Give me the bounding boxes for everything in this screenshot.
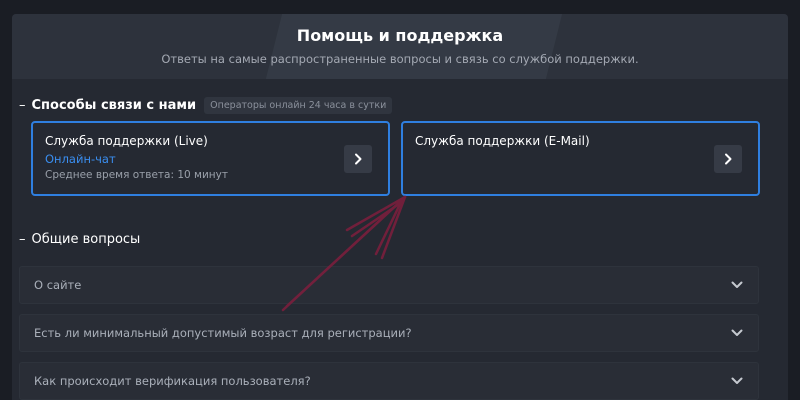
faq-item[interactable]: Есть ли минимальный допустимый возраст д…: [19, 314, 759, 352]
online-chat-link[interactable]: Онлайн-чат: [45, 152, 376, 166]
live-support-card[interactable]: Служба поддержки (Live) Онлайн-чат Средн…: [31, 121, 390, 196]
faq-question: Есть ли минимальный допустимый возраст д…: [34, 326, 412, 340]
chevron-right-icon: [355, 153, 362, 165]
email-support-title: Служба поддержки (E-Mail): [415, 134, 590, 148]
collapse-dash-icon: –: [19, 98, 26, 113]
chevron-down-icon: [730, 326, 744, 340]
page-header: Помощь и поддержка Ответы на самые распр…: [12, 14, 788, 79]
live-support-title: Служба поддержки (Live): [45, 134, 208, 148]
collapse-dash-icon: –: [19, 232, 26, 247]
operators-online-badge: Операторы онлайн 24 часа в сутки: [204, 97, 393, 114]
email-support-open-button[interactable]: [714, 145, 742, 173]
chevron-down-icon: [730, 278, 744, 292]
live-support-open-button[interactable]: [344, 145, 372, 173]
faq-section-header[interactable]: – Общие вопросы: [19, 232, 140, 247]
faq-item[interactable]: Как происходит верификация пользователя?: [19, 362, 759, 400]
faq-question: Как происходит верификация пользователя?: [34, 374, 311, 388]
chevron-right-icon: [725, 153, 732, 165]
page-subtitle: Ответы на самые распространенные вопросы…: [161, 52, 639, 66]
contact-section-title: Способы связи с нами: [31, 98, 197, 113]
faq-item[interactable]: О сайте: [19, 266, 759, 304]
faq-question: О сайте: [34, 278, 82, 292]
page-title: Помощь и поддержка: [296, 26, 504, 45]
header-decor: [265, 14, 563, 79]
contact-section-header[interactable]: – Способы связи с нами Операторы онлайн …: [19, 97, 393, 114]
faq-section-title: Общие вопросы: [31, 232, 141, 247]
response-time-text: Среднее время ответа: 10 минут: [45, 169, 228, 181]
email-support-card[interactable]: Служба поддержки (E-Mail): [401, 121, 760, 196]
chevron-down-icon: [730, 374, 744, 388]
